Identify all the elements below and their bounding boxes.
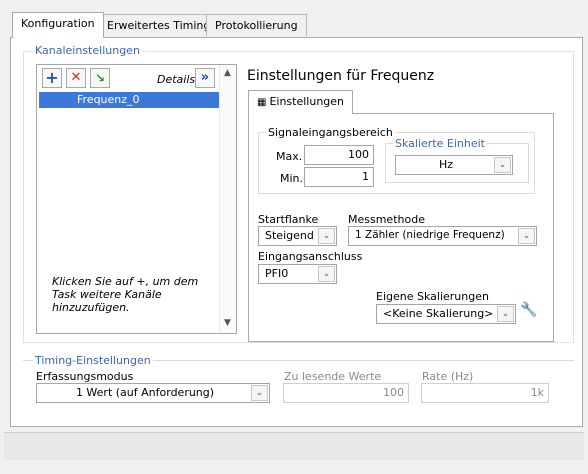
channel-list-item-selected[interactable]: Frequenz_0 [39,92,219,108]
settings-heading: Einstellungen für Frequenz [247,68,435,84]
scaled-unit-select[interactable]: Hz ⌄ [395,155,513,175]
min-label: Min. [280,172,304,185]
x-icon: ✕ [70,70,82,85]
tab-einstellungen[interactable]: ▦ Einstellungen [248,90,354,114]
rename-channel-button[interactable]: ↘ [90,68,110,88]
samples-to-read-label: Zu lesende Werte [284,370,382,383]
max-label: Max. [276,150,303,163]
scaled-unit-value: Hz [438,158,454,171]
rate-label: Rate (Hz) [422,370,474,383]
tab-label: Erweitertes Timing [107,19,211,32]
acquisition-mode-label: Erfassungsmodus [36,370,134,383]
scaled-unit-title: Skalierte Einheit [393,137,487,150]
signal-range-title: Signaleingangsbereich [266,126,395,139]
chevron-down-icon[interactable]: ⌄ [318,228,335,244]
samples-to-read-input[interactable]: 100 [283,383,409,403]
input-terminal-label: Eingangsanschluss [258,250,363,263]
chevron-down-icon[interactable]: ⌄ [251,385,268,401]
details-label: Details [157,73,196,86]
daq-assistant-window: Konfiguration Erweitertes Timing Protoko… [0,0,588,474]
details-toggle-button[interactable]: » [195,68,215,88]
acquisition-mode-value: 1 Wert (auf Anforderung) [75,386,215,399]
channel-list[interactable]: + ✕ ↘ Details » Frequenz_0 Klicken Sie a… [36,64,237,334]
input-terminal-value: PFI0 [265,267,289,280]
rate-input[interactable]: 1k [421,383,549,403]
channel-settings-title: Kanaleinstellungen [33,44,142,57]
chevron-down-icon[interactable]: ⌄ [318,266,335,282]
input-terminal-select[interactable]: PFI0 ⌄ [258,264,337,284]
method-value: 1 Zähler (niedrige Frequenz) [355,229,505,241]
max-input[interactable]: 100 [304,145,374,165]
chevron-down-icon[interactable]: ⌄ [518,228,535,244]
chevron-down-icon[interactable]: ⌄ [497,306,514,322]
start-edge-value: Steigend [265,229,314,242]
bottom-bar [4,432,584,460]
wrench-icon[interactable]: 🔧 [520,302,537,318]
timing-settings-title: Timing-Einstellungen [33,354,153,367]
tab-label: Protokollierung [215,19,298,32]
tab-label: Konfiguration [21,17,95,30]
chevron-down-icon[interactable]: ⌄ [494,157,511,173]
settings-icon: ▦ [257,97,267,108]
start-edge-label: Startflanke [258,213,319,226]
method-select[interactable]: 1 Zähler (niedrige Frequenz) ⌄ [348,226,537,246]
custom-scaling-value: <Keine Skalierung> [383,307,494,320]
channel-list-scrollbar[interactable]: ▲ ▼ [219,65,236,333]
tab-label: Einstellungen [269,95,345,108]
double-chevron-right-icon: » [200,70,210,85]
tab-konfiguration[interactable]: Konfiguration [12,12,104,38]
plus-icon: + [45,68,59,87]
tab-protokollierung[interactable]: Protokollierung [206,14,307,36]
acquisition-mode-select[interactable]: 1 Wert (auf Anforderung) ⌄ [36,383,270,403]
scroll-up-icon[interactable]: ▲ [224,68,231,78]
custom-scaling-label: Eigene Skalierungen [376,290,489,303]
add-channel-button[interactable]: + [42,68,62,88]
remove-channel-button[interactable]: ✕ [66,68,86,88]
method-label: Messmethode [348,213,425,226]
tab-erweitertes-timing[interactable]: Erweitertes Timing [98,14,220,36]
edit-icon: ↘ [94,71,106,85]
min-input[interactable]: 1 [304,167,374,187]
start-edge-select[interactable]: Steigend ⌄ [258,226,337,246]
scroll-down-icon[interactable]: ▼ [224,318,231,328]
custom-scaling-select[interactable]: <Keine Skalierung> ⌄ [376,304,516,324]
channel-list-hint: Klicken Sie auf +, um dem Task weitere K… [52,275,199,314]
